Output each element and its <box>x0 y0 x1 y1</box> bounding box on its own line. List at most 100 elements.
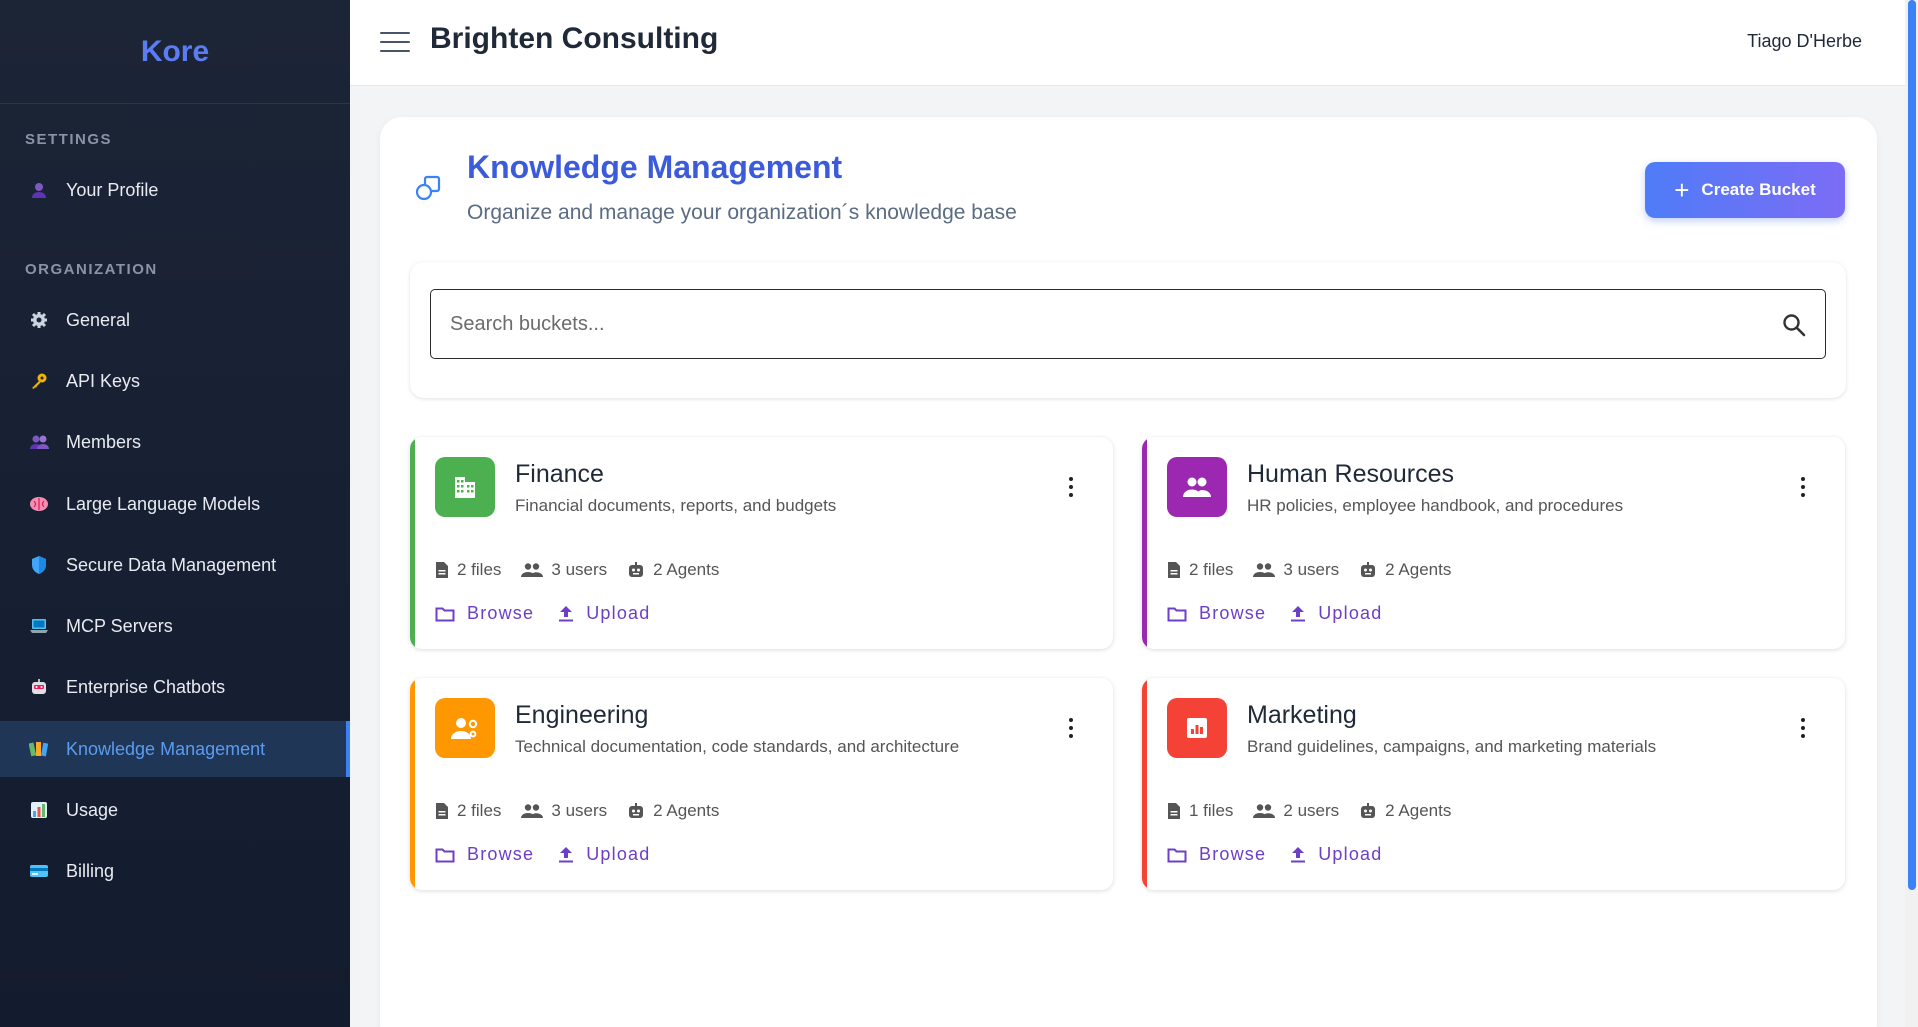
sidebar-item-secure-data[interactable]: Secure Data Management <box>0 537 350 593</box>
upload-button[interactable]: Upload <box>1290 603 1382 624</box>
sidebar-item-mcp-servers[interactable]: MCP Servers <box>0 598 350 654</box>
people-icon <box>1253 804 1276 818</box>
sidebar-item-usage[interactable]: Usage <box>0 782 350 838</box>
sidebar-item-label: Large Language Models <box>66 493 261 514</box>
bucket-accent <box>410 678 415 890</box>
upload-icon <box>559 846 574 862</box>
scrollbar-thumb[interactable] <box>1908 0 1916 890</box>
bucket-name: Finance <box>515 460 604 488</box>
agents-count: 2 Agents <box>1385 801 1452 820</box>
search-box[interactable] <box>430 289 1826 359</box>
page-title: Knowledge Management <box>467 149 843 185</box>
search-icon[interactable] <box>1781 312 1807 338</box>
bucket-actions: Browse Upload <box>435 603 674 624</box>
create-bucket-label: Create Bucket <box>1701 180 1816 199</box>
more-vert-icon[interactable] <box>1059 714 1083 742</box>
more-vert-icon[interactable] <box>1059 473 1083 501</box>
bucket-accent <box>1142 437 1147 649</box>
upload-button[interactable]: Upload <box>558 603 650 624</box>
file-icon <box>436 803 448 819</box>
upload-icon <box>559 605 574 621</box>
upload-icon <box>1291 605 1306 621</box>
menu-icon[interactable] <box>380 32 410 54</box>
agent-icon <box>629 562 644 577</box>
browse-button[interactable]: Browse <box>435 844 534 865</box>
upload-button[interactable]: Upload <box>1290 844 1382 865</box>
card-icon <box>28 860 50 882</box>
bucket-stats: 2 files 3 users 2 Agents <box>435 801 739 821</box>
upload-button[interactable]: Upload <box>558 844 650 865</box>
file-icon <box>1168 803 1180 819</box>
sidebar-item-knowledge-management[interactable]: Knowledge Management <box>0 721 350 777</box>
users-count: 3 users <box>551 801 608 820</box>
file-icon <box>436 562 448 578</box>
users-count: 3 users <box>1283 560 1340 579</box>
laptop-icon <box>28 615 50 637</box>
bucket-stats: 2 files 3 users 2 Agents <box>1167 560 1471 580</box>
upload-label: Upload <box>586 844 651 864</box>
browse-label: Browse <box>467 603 535 623</box>
bucket-name: Marketing <box>1247 701 1357 729</box>
browse-button[interactable]: Browse <box>1167 603 1266 624</box>
agents-count: 2 Agents <box>1385 560 1452 579</box>
sidebar-item-label: Knowledge Management <box>66 738 266 759</box>
browse-label: Browse <box>1199 603 1267 623</box>
user-menu[interactable]: Tiago D'Herbe <box>1747 31 1862 52</box>
bucket-actions: Browse Upload <box>1167 603 1406 624</box>
bucket-card-human-resources[interactable]: Human Resources HR policies, employee ha… <box>1142 437 1845 649</box>
brand-logo[interactable]: Kore <box>0 0 350 104</box>
building-icon <box>435 457 495 517</box>
bucket-description: Technical documentation, code standards,… <box>515 737 960 756</box>
agents-count: 2 Agents <box>653 801 720 820</box>
bucket-name: Human Resources <box>1247 460 1455 488</box>
browse-label: Browse <box>1199 844 1267 864</box>
scrollbar[interactable] <box>1905 0 1918 1027</box>
brain-icon <box>28 493 50 515</box>
browse-button[interactable]: Browse <box>1167 844 1266 865</box>
bucket-accent <box>1142 678 1147 890</box>
sidebar-item-label: Members <box>66 431 142 452</box>
bucket-description: Brand guidelines, campaigns, and marketi… <box>1247 737 1657 756</box>
robot-icon <box>28 676 50 698</box>
user-icon <box>28 179 50 201</box>
people-icon <box>521 563 544 577</box>
sidebar-item-api-keys[interactable]: API Keys <box>0 353 350 409</box>
bucket-stats: 1 files 2 users 2 Agents <box>1167 801 1471 821</box>
files-count: 1 files <box>1189 801 1234 820</box>
more-vert-icon[interactable] <box>1791 714 1815 742</box>
sidebar-item-your-profile[interactable]: Your Profile <box>0 162 350 218</box>
key-icon <box>28 370 50 392</box>
agent-icon <box>1361 803 1376 818</box>
users-count: 3 users <box>551 560 608 579</box>
analytics-icon <box>1167 698 1227 758</box>
sidebar-item-members[interactable]: Members <box>0 414 350 470</box>
bucket-description: Financial documents, reports, and budget… <box>515 496 837 515</box>
more-vert-icon[interactable] <box>1791 473 1815 501</box>
organization-section-title: ORGANIZATION <box>25 261 158 278</box>
org-title: Brighten Consulting <box>430 22 719 55</box>
upload-icon <box>1291 846 1306 862</box>
people-icon <box>1167 457 1227 517</box>
sidebar-item-label: General <box>66 309 131 330</box>
plus-icon: + <box>1674 175 1690 205</box>
settings-section-title: SETTINGS <box>25 131 113 148</box>
search-input[interactable] <box>450 312 1750 336</box>
people-icon <box>1253 563 1276 577</box>
folder-icon <box>1167 848 1187 862</box>
browse-button[interactable]: Browse <box>435 603 534 624</box>
sidebar-item-general[interactable]: General <box>0 292 350 348</box>
sidebar-item-label: MCP Servers <box>66 615 173 636</box>
sidebar-item-enterprise-chatbots[interactable]: Enterprise Chatbots <box>0 659 350 715</box>
engineer-icon <box>435 698 495 758</box>
create-bucket-button[interactable]: + Create Bucket <box>1645 162 1845 218</box>
page-subtitle: Organize and manage your organization´s … <box>467 201 1017 224</box>
bucket-card-finance[interactable]: Finance Financial documents, reports, an… <box>410 437 1113 649</box>
bucket-actions: Browse Upload <box>435 844 674 865</box>
sidebar-item-llm[interactable]: Large Language Models <box>0 476 350 532</box>
bucket-card-engineering[interactable]: Engineering Technical documentation, cod… <box>410 678 1113 890</box>
upload-label: Upload <box>1318 844 1383 864</box>
bucket-card-marketing[interactable]: Marketing Brand guidelines, campaigns, a… <box>1142 678 1845 890</box>
sidebar-item-billing[interactable]: Billing <box>0 843 350 899</box>
bucket-stats: 2 files 3 users 2 Agents <box>435 560 739 580</box>
bucket-actions: Browse Upload <box>1167 844 1406 865</box>
